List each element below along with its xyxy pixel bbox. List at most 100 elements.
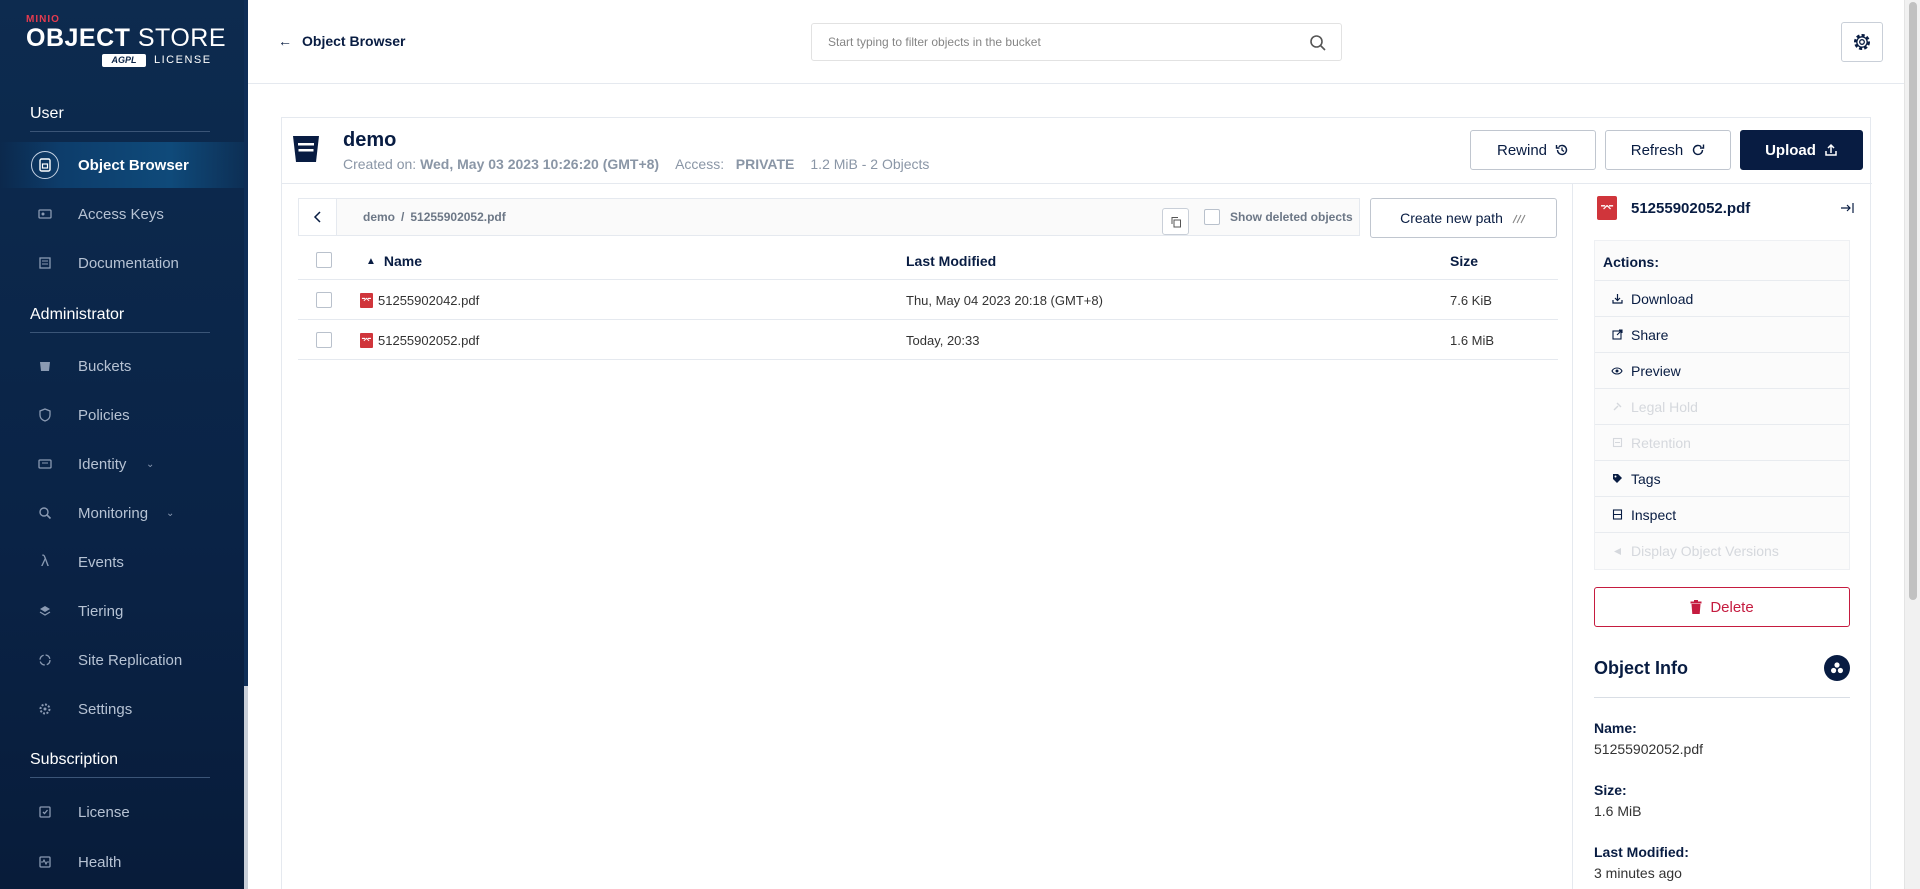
sidebar-item-monitoring[interactable]: Monitoring ⌄ [0, 490, 244, 536]
metadata-icon[interactable] [1824, 655, 1850, 681]
sidebar-item-label: Access Keys [78, 205, 164, 223]
sidebar-item-documentation[interactable]: Documentation [0, 240, 244, 286]
object-name-cell[interactable]: ⌤ 51255902052.pdf [360, 333, 479, 348]
share-action[interactable]: Share [1595, 317, 1849, 353]
row-checkbox[interactable] [316, 292, 332, 308]
versions-icon [1611, 546, 1623, 557]
sidebar-item-site-replication[interactable]: Site Replication [0, 637, 244, 683]
bucket-meta: Created on: Wed, May 03 2023 10:26:20 (G… [343, 156, 930, 172]
column-name-header[interactable]: ▲ Name [366, 253, 422, 269]
gavel-icon [1611, 401, 1623, 412]
download-icon [1611, 293, 1623, 304]
sidebar-item-label: Monitoring [78, 504, 149, 522]
minio-logo[interactable]: MINIO OBJECT STORE AGPL LICENSE [26, 14, 226, 70]
sidebar-item-label: Documentation [78, 254, 179, 272]
arrow-left-icon: ← [278, 33, 292, 49]
site-replication-icon [31, 646, 59, 674]
pdf-icon: ⌤ [360, 293, 373, 308]
row-checkbox[interactable] [316, 332, 332, 348]
monitoring-icon [31, 499, 59, 527]
info-name-label: Name: [1594, 720, 1637, 736]
info-last-modified-value: 3 minutes ago [1594, 865, 1682, 881]
download-action[interactable]: Download [1595, 281, 1849, 317]
sidebar-item-policies[interactable]: Policies [0, 392, 244, 438]
agpl-badge: AGPL [102, 54, 146, 67]
trash-icon [1690, 600, 1702, 614]
sidebar-item-access-keys[interactable]: Access Keys [0, 191, 244, 237]
sidebar-item-label: Site Replication [78, 651, 183, 669]
create-new-path-button[interactable]: Create new path [1370, 198, 1557, 238]
search-icon[interactable] [1309, 34, 1327, 52]
object-size-cell: 1.6 MiB [1450, 333, 1495, 348]
path-bar: demo/51255902052.pdf Show deleted object… [298, 198, 1360, 236]
table-row[interactable]: ⌤ 51255902052.pdf Today, 20:33 1.6 MiB [298, 320, 1558, 360]
sidebar-item-events[interactable]: λ Events [0, 539, 244, 585]
rewind-button[interactable]: Rewind [1470, 130, 1596, 170]
upload-icon [1824, 143, 1838, 157]
documentation-icon [31, 249, 59, 277]
divider [1594, 697, 1850, 698]
sidebar-item-buckets[interactable]: Buckets [0, 343, 244, 389]
object-info-title: Object Info [1594, 658, 1688, 678]
column-size-header[interactable]: Size [1450, 253, 1478, 269]
logo-product: OBJECT STORE [26, 24, 227, 52]
sidebar-scrollbar[interactable] [244, 0, 248, 889]
copy-icon [1171, 216, 1181, 227]
share-icon [1611, 329, 1623, 340]
inspect-action[interactable]: Inspect [1595, 497, 1849, 533]
breadcrumb-object[interactable]: 51255902052.pdf [410, 210, 505, 224]
license-icon [31, 798, 59, 826]
new-path-icon [1511, 212, 1527, 224]
sidebar: MINIO OBJECT STORE AGPL LICENSE User Obj… [0, 0, 244, 889]
back-to-object-browser-link[interactable]: ← Object Browser [278, 33, 405, 49]
show-deleted-toggle[interactable]: Show deleted objects [1204, 209, 1353, 225]
sidebar-item-object-browser[interactable]: Object Browser [0, 142, 244, 188]
bucket-panel: demo Created on: Wed, May 03 2023 10:26:… [281, 117, 1872, 889]
delete-button[interactable]: Delete [1594, 587, 1850, 627]
column-last-modified-header[interactable]: Last Modified [906, 253, 996, 269]
object-name-cell[interactable]: ⌤ 51255902042.pdf [360, 293, 479, 308]
tags-action[interactable]: Tags [1595, 461, 1849, 497]
info-size-value: 1.6 MiB [1594, 803, 1642, 819]
inspect-icon [1611, 509, 1623, 520]
breadcrumb-bucket[interactable]: demo [363, 210, 395, 224]
refresh-button[interactable]: Refresh [1605, 130, 1731, 170]
actions-list: Actions: Download Share Preview Legal Ho… [1594, 240, 1850, 570]
settings-button[interactable] [1841, 22, 1883, 62]
sidebar-item-settings[interactable]: Settings [0, 686, 244, 732]
preview-action[interactable]: Preview [1595, 353, 1849, 389]
display-object-versions-action[interactable]: Display Object Versions [1595, 533, 1849, 569]
show-deleted-checkbox[interactable] [1204, 209, 1220, 225]
table-row[interactable]: ⌤ 51255902042.pdf Thu, May 04 2023 20:18 … [298, 280, 1558, 320]
collapse-panel-icon[interactable] [1839, 201, 1855, 215]
copy-path-button[interactable] [1162, 208, 1189, 235]
search-box [811, 23, 1342, 61]
legal-hold-action[interactable]: Legal Hold [1595, 389, 1849, 425]
tiering-icon [31, 597, 59, 625]
sidebar-scrollbar-thumb[interactable] [244, 0, 248, 686]
history-icon [1555, 143, 1569, 157]
retention-action[interactable]: Retention [1595, 425, 1849, 461]
page-scrollbar-thumb[interactable] [1909, 2, 1917, 600]
actions-title: Actions: [1595, 241, 1849, 281]
sidebar-item-identity[interactable]: Identity ⌄ [0, 441, 244, 487]
sidebar-item-label: Health [78, 853, 122, 871]
select-all-checkbox[interactable] [316, 252, 332, 268]
info-name-value: 51255902052.pdf [1594, 741, 1703, 757]
upload-button[interactable]: Upload [1740, 130, 1863, 170]
back-button[interactable] [299, 199, 337, 235]
section-title-user: User [30, 105, 64, 122]
object-detail-panel: ⌤ 51255902052.pdf Actions: Download Shar… [1572, 184, 1872, 889]
pdf-icon: ⌤ [360, 333, 373, 348]
object-modified-cell: Today, 20:33 [906, 333, 980, 348]
search-input[interactable] [828, 35, 1288, 49]
retention-icon [1611, 437, 1623, 448]
access-keys-icon [31, 200, 59, 228]
refresh-icon [1691, 143, 1705, 157]
sidebar-item-health[interactable]: Health [0, 839, 244, 885]
buckets-icon [31, 352, 59, 380]
sidebar-item-tiering[interactable]: Tiering [0, 588, 244, 634]
sidebar-item-label: Settings [78, 700, 133, 718]
sidebar-item-license[interactable]: License [0, 789, 244, 835]
page-scrollbar[interactable] [1904, 0, 1920, 889]
